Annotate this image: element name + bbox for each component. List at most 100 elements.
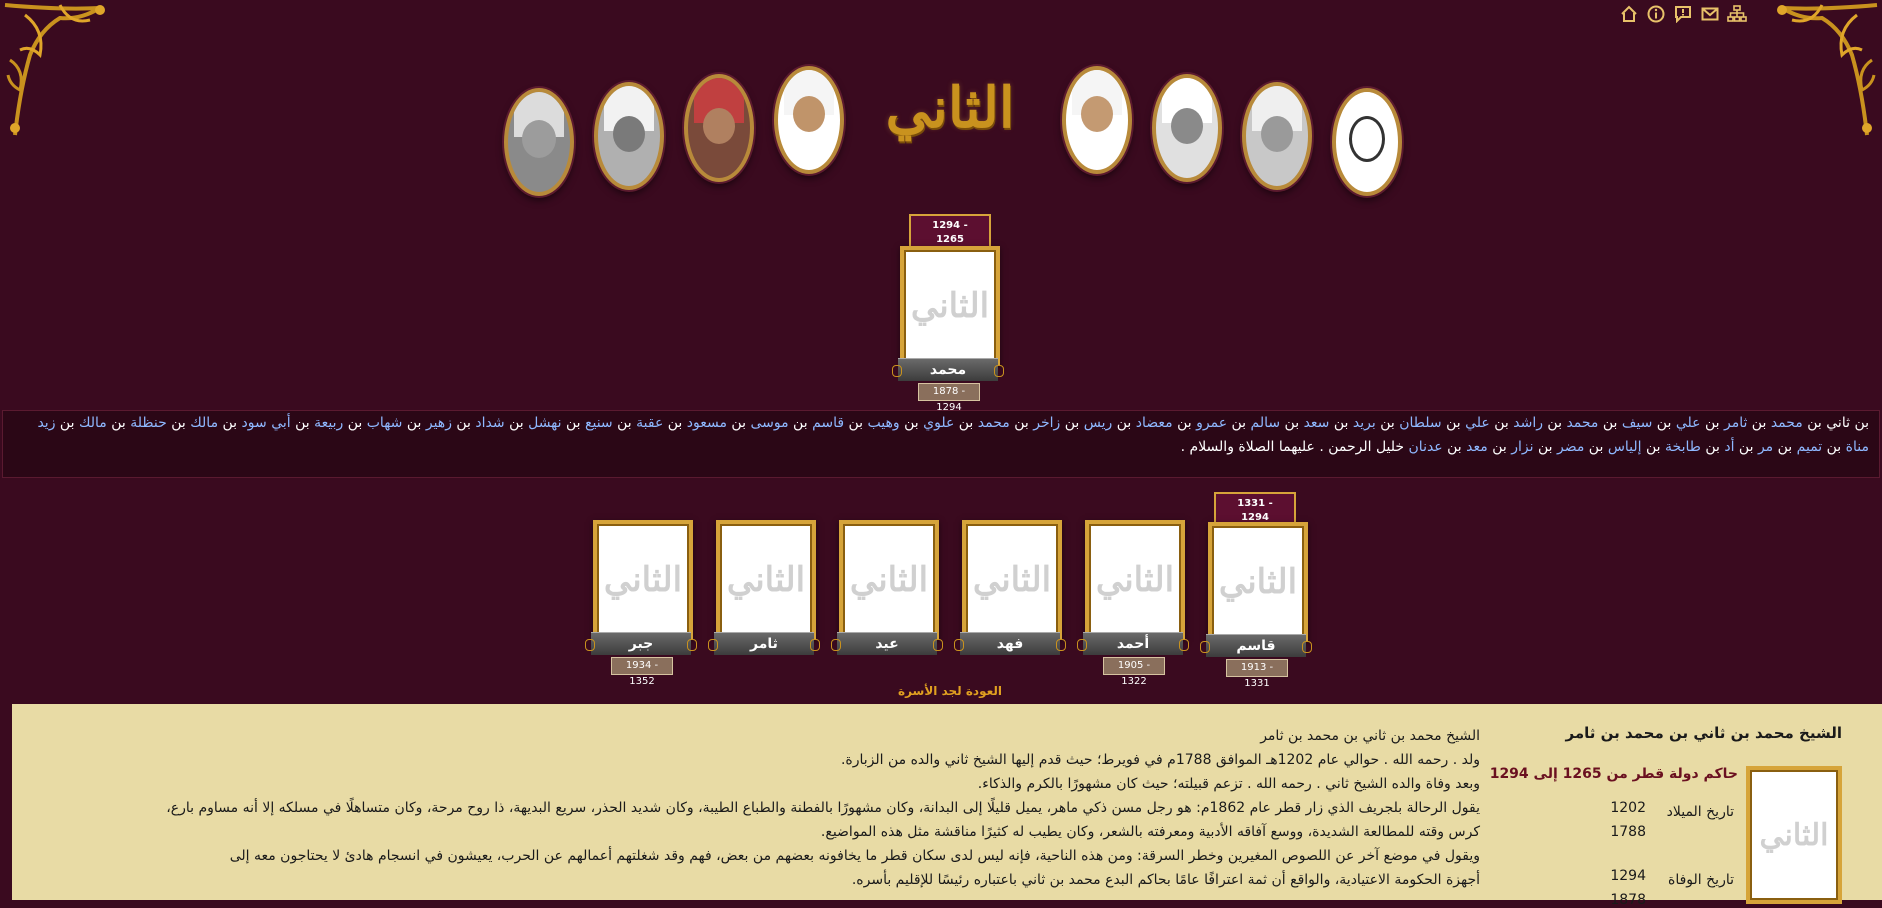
lineage-text: بن ثاني بن محمد بن ثامر بن علي بن سيف بن… — [2, 410, 1880, 478]
lineage-name-link[interactable]: مالك — [79, 415, 107, 431]
lineage-separator: بن — [726, 415, 751, 431]
ruler-portrait[interactable] — [1062, 66, 1132, 174]
lineage-name-link[interactable]: ربيعة — [314, 415, 343, 431]
lineage-name-link[interactable]: سلطان — [1399, 415, 1441, 431]
child-card[interactable]: الثاني عيد — [831, 520, 943, 680]
lineage-name-link[interactable]: زهير — [426, 415, 452, 431]
lineage-name-link[interactable]: أد — [1724, 439, 1734, 455]
ruler-portrait[interactable] — [684, 74, 754, 182]
child-name: ثامر — [708, 632, 820, 655]
lineage-name-link[interactable]: سيف — [1622, 415, 1652, 431]
lineage-separator: بن — [1442, 439, 1467, 455]
watermark-logo: الثاني — [849, 560, 929, 600]
lineage-name-link[interactable]: راشد — [1513, 415, 1543, 431]
bio-paragraph: ويقول في موضع آخر عن اللصوص المغيرين وخط… — [229, 848, 1480, 864]
lineage-separator: بن — [1441, 415, 1466, 431]
lineage-name-link[interactable]: بريد — [1353, 415, 1376, 431]
birth-label: تاريخ الميلاد — [1666, 804, 1734, 820]
child-photo-frame: الثاني — [1208, 522, 1308, 642]
lineage-name-link[interactable]: شهاب — [367, 415, 403, 431]
ruler-portrait[interactable] — [774, 66, 844, 174]
child-dates: 1934 - 1352 — [611, 657, 673, 687]
lineage-name-link[interactable]: عمرو — [1196, 415, 1227, 431]
child-card[interactable]: الثاني أحمد 1905 - 1322 — [1077, 520, 1189, 687]
lineage-name-link[interactable]: محمد — [978, 415, 1010, 431]
lineage-name-link[interactable]: سعد — [1304, 415, 1330, 431]
lineage-name-link[interactable]: علي — [1465, 415, 1490, 431]
ruler-portrait[interactable] — [1332, 88, 1402, 196]
lineage-separator: بن — [1773, 439, 1797, 455]
lineage-name-link[interactable]: طابخة — [1665, 439, 1701, 455]
lineage-name-link[interactable]: شداد — [475, 415, 504, 431]
lineage-name-link[interactable]: موسى — [750, 415, 788, 431]
ruler-portrait[interactable] — [504, 88, 574, 196]
lineage-separator: بن — [1112, 415, 1136, 431]
lineage-name-link[interactable]: نهشل — [528, 415, 561, 431]
lineage-separator: بن — [1542, 415, 1567, 431]
lineage-separator: بن — [1487, 439, 1512, 455]
child-name: فهد — [954, 632, 1066, 655]
child-card[interactable]: الثاني فهد — [954, 520, 1066, 680]
ruler-portrait[interactable] — [594, 82, 664, 190]
lineage-separator: بن — [1598, 415, 1622, 431]
child-card[interactable]: الثاني ثامر — [708, 520, 820, 680]
site-logo[interactable]: الثاني — [886, 48, 1015, 168]
lineage-name-link[interactable]: مضر — [1557, 439, 1584, 455]
lineage-separator: بن — [561, 415, 586, 431]
lineage-name-link[interactable]: علوي — [923, 415, 954, 431]
lineage-name-link[interactable]: محمد — [1566, 415, 1598, 431]
lineage-separator: بن — [844, 415, 868, 431]
lineage-name-link[interactable]: إلياس — [1608, 439, 1642, 455]
lineage-name-link[interactable]: وهيب — [868, 415, 900, 431]
ruler-portrait[interactable] — [1242, 82, 1312, 190]
lineage-name-link[interactable]: مر — [1758, 439, 1773, 455]
home-icon[interactable] — [1619, 4, 1639, 24]
lineage-separator: بن — [1700, 439, 1725, 455]
root-photo-frame: الثاني — [900, 246, 1000, 366]
child-photo-frame: الثاني — [962, 520, 1062, 640]
mail-icon[interactable] — [1700, 4, 1720, 24]
lineage-separator: بن — [1227, 415, 1251, 431]
lineage-name-link[interactable]: علي — [1676, 415, 1701, 431]
lineage-name-link[interactable]: مسعود — [687, 415, 727, 431]
lineage-name-link[interactable]: زاخر — [1033, 415, 1060, 431]
corner-ornament-right — [1777, 3, 1878, 136]
lineage-name-link[interactable]: نزار — [1511, 439, 1533, 455]
lineage-name-link[interactable]: سالم — [1251, 415, 1281, 431]
death-hijri: 1294 — [1610, 868, 1646, 884]
root-name: محمد — [892, 358, 1004, 381]
child-name: أحمد — [1077, 632, 1189, 655]
birth-greg: 1788 — [1610, 824, 1646, 840]
lineage-name-link[interactable]: ريس — [1084, 415, 1113, 431]
lineage-name-link[interactable]: ثامر — [1724, 415, 1747, 431]
back-to-ancestor-link[interactable]: العودة لجد الأسرة — [880, 684, 1020, 698]
root-card[interactable]: الثاني محمد 1878 - 1294 — [892, 246, 1004, 413]
lineage-name-link[interactable]: مالك — [190, 415, 218, 431]
lineage-name-link[interactable]: حنظلة — [130, 415, 167, 431]
lineage-name-link[interactable]: معضاد — [1136, 415, 1173, 431]
child-photo-frame: الثاني — [839, 520, 939, 640]
lineage-separator: بن — [166, 415, 191, 431]
lineage-separator: بن — [1641, 439, 1666, 455]
lineage-name-link[interactable]: عدنان — [1409, 439, 1443, 455]
sitemap-icon[interactable] — [1727, 4, 1747, 24]
info-icon[interactable] — [1646, 4, 1666, 24]
message-icon[interactable] — [1673, 4, 1693, 24]
watermark-logo: الثاني — [910, 286, 990, 326]
child-card[interactable]: الثاني قاسم 1913 - 1331 — [1200, 522, 1312, 689]
lineage-name-link[interactable]: محمد — [1771, 415, 1803, 431]
child-card[interactable]: الثاني جبر 1934 - 1352 — [585, 520, 697, 687]
lineage-name-link[interactable]: قاسم — [812, 415, 844, 431]
lineage-name-link[interactable]: معد — [1466, 439, 1488, 455]
lineage-separator: بن — [899, 415, 924, 431]
ruler-portrait[interactable] — [1152, 74, 1222, 182]
lineage-separator: بن — [1734, 439, 1758, 455]
bio-paragraph: ولد . رحمه الله . حوالي عام 1202هـ الموا… — [840, 752, 1480, 768]
lineage-separator: خليل الرحمن . عليهما الصلاة والسلام . — [1180, 439, 1409, 455]
lineage-name-link[interactable]: سنيع — [585, 415, 613, 431]
lineage-name-link[interactable]: عقبة — [636, 415, 663, 431]
lineage-separator: بن — [1700, 415, 1724, 431]
lineage-name-link[interactable]: أبي سود — [242, 415, 291, 431]
lineage-name-link[interactable]: تميم — [1797, 439, 1823, 455]
biography-text: الشيخ محمد بن ثاني بن محمد بن ثامر ولد .… — [40, 724, 1480, 892]
